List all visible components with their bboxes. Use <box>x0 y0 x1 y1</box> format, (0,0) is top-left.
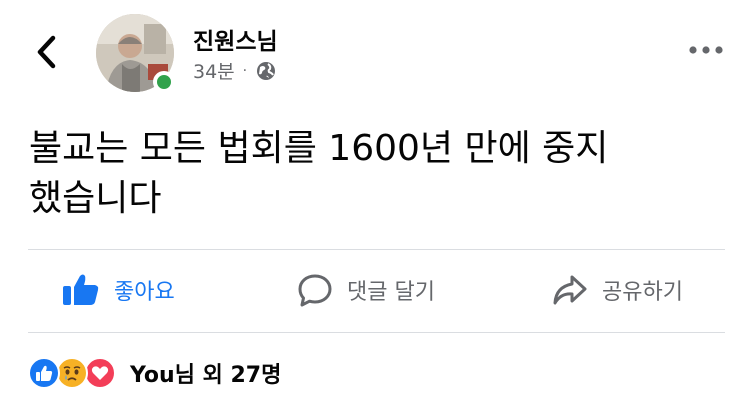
back-button[interactable] <box>28 32 64 72</box>
share-arrow-icon <box>552 274 588 306</box>
like-button[interactable]: 좋아요 <box>62 270 175 310</box>
love-reaction-icon <box>84 357 116 389</box>
more-dots-icon <box>689 46 723 54</box>
reactions-summary[interactable]: You님 외 27명 <box>28 355 281 391</box>
action-bar: 좋아요 댓글 달기 공유하기 <box>0 252 750 330</box>
like-reaction-icon <box>28 357 60 389</box>
reaction-icons <box>28 356 124 390</box>
post-meta: 34분 · <box>193 57 276 84</box>
meta-separator: · <box>242 62 248 79</box>
divider-bottom <box>28 332 725 333</box>
globe-icon <box>257 61 276 80</box>
post-body: 불교는 모든 법회를 1600년 만에 중지했습니다 <box>29 124 729 224</box>
chevron-left-icon <box>37 35 56 69</box>
comment-label: 댓글 달기 <box>347 280 435 305</box>
sad-reaction-icon <box>56 357 88 389</box>
post-header: 진원스님 34분 · <box>0 0 750 110</box>
author-name[interactable]: 진원스님 <box>193 22 278 56</box>
author-avatar[interactable] <box>96 14 175 93</box>
post-text-line-1: 불교는 모든 법회를 1600년 만에 중지 <box>29 128 609 169</box>
share-button[interactable]: 공유하기 <box>552 270 683 310</box>
reaction-count-text: You님 외 27명 <box>130 363 282 388</box>
thumbs-up-icon <box>62 273 100 307</box>
comment-bubble-icon <box>297 273 333 307</box>
like-label: 좋아요 <box>114 280 175 305</box>
online-status-dot <box>153 71 175 93</box>
post-time[interactable]: 34분 <box>193 57 235 84</box>
share-label: 공유하기 <box>602 280 683 305</box>
comment-button[interactable]: 댓글 달기 <box>297 270 435 310</box>
divider-top <box>28 249 725 250</box>
post-text-line-2: 했습니다 <box>29 178 162 219</box>
more-options-button[interactable] <box>686 40 726 60</box>
